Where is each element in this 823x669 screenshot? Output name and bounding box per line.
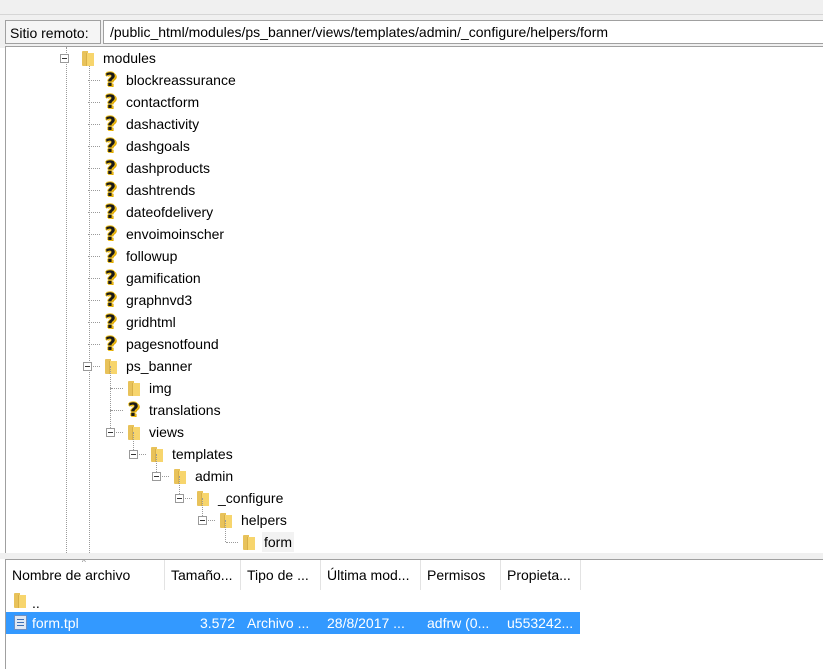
question-icon: ?: [105, 113, 117, 135]
tree-item-label: blockreassurance: [126, 72, 236, 88]
collapse-toggle-icon[interactable]: [198, 516, 207, 525]
tree-item-gridhtml[interactable]: ? gridhtml: [6, 312, 806, 332]
tree-item-label: img: [149, 380, 172, 396]
tree-item-label: dashactivity: [126, 116, 200, 132]
tree-item-dateofdelivery[interactable]: ? dateofdelivery: [6, 202, 806, 222]
collapse-toggle-icon[interactable]: [106, 428, 115, 437]
tree-item-gamification[interactable]: ? gamification: [6, 268, 806, 288]
column-filename[interactable]: ^ Nombre de archivo: [6, 560, 165, 590]
tree-item-label: ps_banner: [126, 358, 193, 374]
tree-item-followup[interactable]: ? followup: [6, 246, 806, 266]
tree-item-label: pagesnotfound: [126, 336, 219, 352]
question-icon: ?: [105, 91, 117, 113]
file-row-selected[interactable]: form.tpl 3.572 Archivo ... 28/8/2017 ...…: [6, 612, 580, 634]
column-permissions[interactable]: Permisos: [421, 560, 501, 590]
collapse-toggle-icon[interactable]: [83, 362, 92, 371]
tree-item-label: dashtrends: [126, 182, 196, 198]
tree-item-label: helpers: [241, 512, 287, 528]
tree-item-graphnvd3[interactable]: ? graphnvd3: [6, 290, 806, 310]
tree-item-label: dateofdelivery: [126, 204, 214, 220]
question-icon: ?: [105, 333, 117, 355]
question-icon: ?: [105, 289, 117, 311]
tree-item-dashproducts[interactable]: ? dashproducts: [6, 158, 806, 178]
remote-file-list[interactable]: ^ Nombre de archivo Tamaño... Tipo de ..…: [5, 559, 823, 669]
tree-item-label: dashproducts: [126, 160, 211, 176]
file-name: form.tpl: [32, 615, 79, 631]
file-permissions: adfrw (0...: [427, 615, 490, 631]
tree-item-ps-banner[interactable]: ps_banner: [6, 356, 806, 376]
question-icon: ?: [105, 245, 117, 267]
column-owner[interactable]: Propieta...: [501, 560, 581, 590]
file-list-header: ^ Nombre de archivo Tamaño... Tipo de ..…: [6, 560, 823, 590]
tree-item-label: translations: [149, 402, 221, 418]
file-owner: u553242...: [507, 615, 574, 631]
tree-item-envoimoinscher[interactable]: ? envoimoinscher: [6, 224, 806, 244]
file-name: ..: [32, 595, 40, 611]
tree-item-templates[interactable]: templates: [6, 444, 806, 464]
question-icon: ?: [105, 157, 117, 179]
question-icon: ?: [105, 267, 117, 289]
file-modified: 28/8/2017 ...: [327, 615, 405, 631]
tree-item-label: modules: [103, 50, 156, 66]
collapse-toggle-icon[interactable]: [152, 472, 161, 481]
folder-icon: [243, 535, 255, 550]
tree-item-helpers[interactable]: helpers: [6, 510, 806, 530]
tree-item-label: views: [149, 424, 185, 440]
tree-item-label: envoimoinscher: [126, 226, 225, 242]
tree-item-label: form: [262, 532, 294, 552]
question-icon: ?: [105, 135, 117, 157]
question-icon: ?: [105, 69, 117, 91]
tree-item-pagesnotfound[interactable]: ? pagesnotfound: [6, 334, 806, 354]
tree-item-dashtrends[interactable]: ? dashtrends: [6, 180, 806, 200]
tree-item-dashgoals[interactable]: ? dashgoals: [6, 136, 806, 156]
question-icon: ?: [105, 201, 117, 223]
tree-item-configure[interactable]: _configure: [6, 488, 806, 508]
column-size[interactable]: Tamaño...: [165, 560, 241, 590]
tree-item-modules[interactable]: modules: [6, 48, 806, 68]
folder-icon: [14, 593, 27, 608]
tree-item-contactform[interactable]: ? contactform: [6, 92, 806, 112]
toolbar-strip: [0, 0, 823, 15]
remote-path-input[interactable]: /public_html/modules/ps_banner/views/tem…: [103, 20, 823, 44]
tree-item-label: contactform: [126, 94, 200, 110]
tree-item-label: gridhtml: [126, 314, 176, 330]
collapse-toggle-icon[interactable]: [175, 494, 184, 503]
question-icon: ?: [128, 399, 140, 421]
column-type[interactable]: Tipo de ...: [241, 560, 321, 590]
file-row-parent[interactable]: ..: [6, 590, 580, 612]
remote-site-label: Sitio remoto:: [5, 20, 101, 44]
question-icon: ?: [105, 311, 117, 333]
remote-site-bar: Sitio remoto: /public_html/modules/ps_ba…: [0, 15, 823, 48]
question-icon: ?: [105, 223, 117, 245]
collapse-toggle-icon[interactable]: [60, 54, 69, 63]
folder-icon: [128, 381, 140, 396]
file-size: 3.572: [199, 615, 235, 631]
tree-item-label: graphnvd3: [126, 292, 193, 308]
tpl-file-icon: [14, 615, 27, 630]
question-icon: ?: [105, 179, 117, 201]
tree-item-blockreassurance[interactable]: ? blockreassurance: [6, 70, 806, 90]
tree-item-label: templates: [172, 446, 233, 462]
tree-item-label: followup: [126, 248, 178, 264]
tree-item-label: dashgoals: [126, 138, 190, 154]
tree-item-label: gamification: [126, 270, 201, 286]
collapse-toggle-icon[interactable]: [129, 450, 138, 459]
file-type: Archivo ...: [247, 615, 310, 631]
column-modified[interactable]: Última mod...: [321, 560, 421, 590]
remote-directory-tree[interactable]: modules? blockreassurance? contactform? das…: [5, 46, 823, 554]
tree-item-views[interactable]: views: [6, 422, 806, 442]
sort-ascending-icon: ^: [82, 560, 86, 567]
tree-item-form[interactable]: form: [6, 532, 806, 552]
tree-item-admin[interactable]: admin: [6, 466, 806, 486]
tree-item-translations[interactable]: ? translations: [6, 400, 806, 420]
folder-icon: [82, 51, 94, 66]
tree-item-label: admin: [195, 468, 234, 484]
tree-item-label: _configure: [218, 490, 284, 506]
tree-item-dashactivity[interactable]: ? dashactivity: [6, 114, 806, 134]
tree-item-img[interactable]: img: [6, 378, 806, 398]
